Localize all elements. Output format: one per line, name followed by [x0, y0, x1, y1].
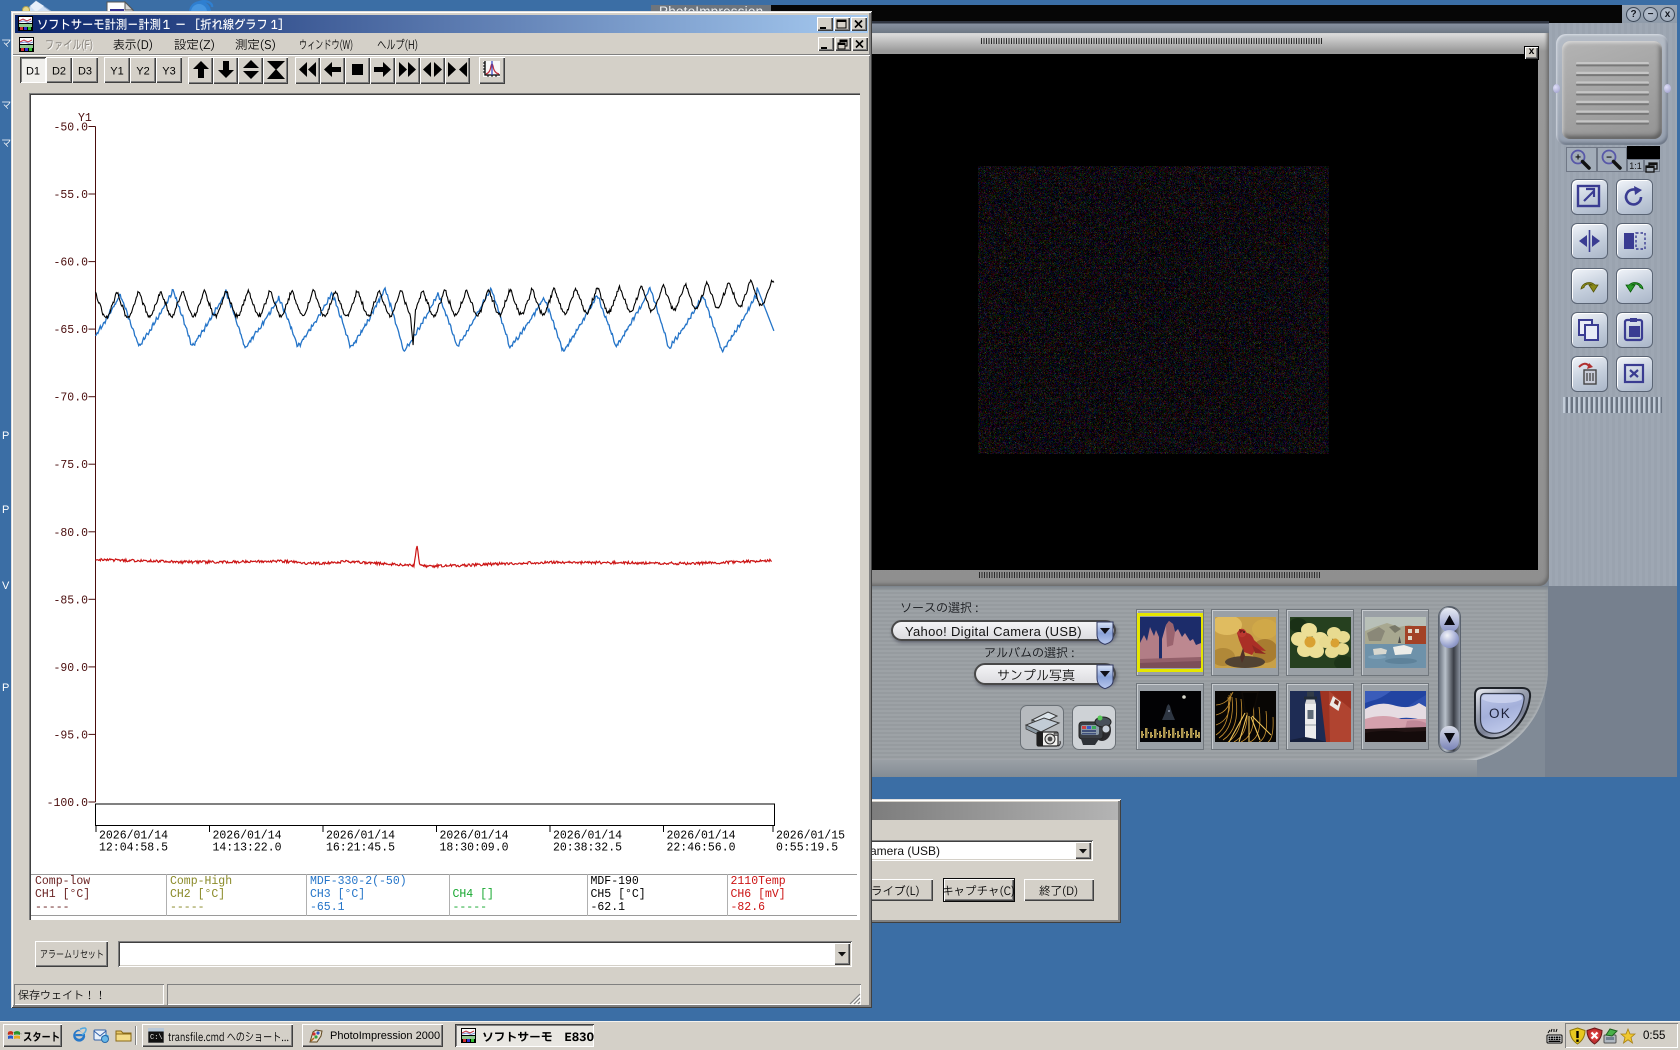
svg-text:-65.0: -65.0: [53, 324, 88, 337]
svg-text:18:30:09.0: 18:30:09.0: [440, 842, 509, 855]
svg-text:-90.0: -90.0: [53, 662, 88, 675]
svg-text:-80.0: -80.0: [53, 527, 88, 540]
svg-text:-60.0: -60.0: [53, 257, 88, 270]
svg-text:20:38:32.5: 20:38:32.5: [553, 842, 622, 855]
svg-text:C:\: C:\: [150, 1034, 163, 1042]
svg-text:22:46:56.0: 22:46:56.0: [667, 842, 736, 855]
svg-text:-95.0: -95.0: [53, 729, 88, 742]
svg-text:12:04:58.5: 12:04:58.5: [99, 842, 168, 855]
svg-text:-85.0: -85.0: [53, 594, 88, 607]
svg-text:-100.0: -100.0: [47, 797, 89, 810]
svg-text:-55.0: -55.0: [53, 189, 88, 202]
svg-text:+: +: [1575, 153, 1581, 164]
svg-text:14:13:22.0: 14:13:22.0: [213, 842, 282, 855]
svg-text:16:21:45.5: 16:21:45.5: [326, 842, 395, 855]
svg-text:-70.0: -70.0: [53, 392, 88, 405]
svg-text:-75.0: -75.0: [53, 459, 88, 472]
svg-text:-50.0: -50.0: [53, 122, 88, 135]
svg-text:0:55:19.5: 0:55:19.5: [776, 842, 838, 855]
svg-text:−: −: [1606, 153, 1612, 164]
svg-text:OK: OK: [1489, 706, 1511, 721]
